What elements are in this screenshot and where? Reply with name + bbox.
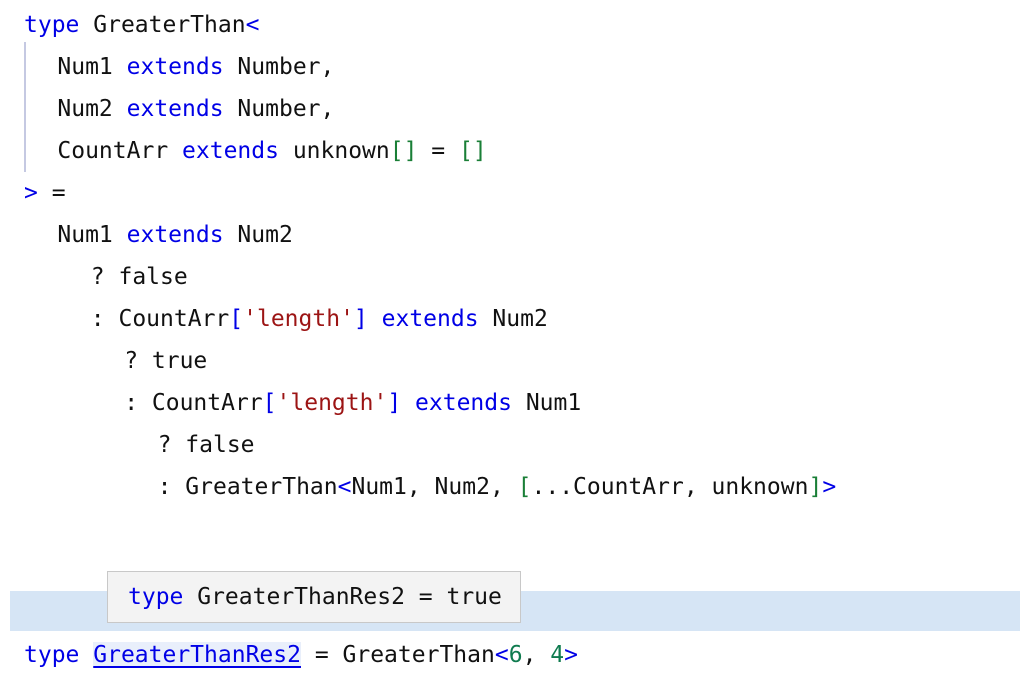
code-token: Num1 xyxy=(57,54,113,80)
code-token: type xyxy=(24,642,80,668)
code-token: > xyxy=(564,642,578,668)
code-token: ? true xyxy=(124,348,208,374)
code-token: 'length' xyxy=(276,390,388,416)
code-token: extends xyxy=(182,138,279,164)
type-declaration-link[interactable]: GreaterThanRes2 xyxy=(93,642,301,668)
code-token: ] xyxy=(353,306,368,332)
code-token: 4 xyxy=(550,642,565,668)
code-line-3[interactable]: Num2 extends Number, xyxy=(0,88,1020,130)
hover-type-tooltip: type GreaterThanRes2 = true xyxy=(107,571,521,623)
code-line-10[interactable]: : CountArr['length'] extends Num1 xyxy=(0,382,1020,424)
code-token: [ xyxy=(517,474,532,500)
code-line-12[interactable]: : GreaterThan<Num1, Num2, [...CountArr, … xyxy=(0,466,1020,508)
code-line-1[interactable]: type GreaterThan< xyxy=(0,4,1020,46)
code-token: Number, xyxy=(223,96,335,122)
code-token: ] xyxy=(808,474,823,500)
code-token: 6 xyxy=(508,642,523,668)
code-token: Num1 xyxy=(511,390,582,416)
code-token: CountArr xyxy=(57,138,169,164)
code-line-11[interactable]: ? false xyxy=(0,424,1020,466)
code-editor-screenshot: type GreaterThan< Num1 extends Number, Num… xyxy=(0,0,1020,676)
code-token: ...CountArr, unknown xyxy=(531,474,809,500)
code-token: extends xyxy=(415,390,512,416)
code-token: extends xyxy=(381,306,479,332)
code-token: : CountArr xyxy=(124,390,263,416)
code-token: = GreaterThan xyxy=(300,642,495,668)
code-token: Num1 xyxy=(57,222,113,248)
tooltip-token: GreaterThanRes2 = true xyxy=(183,584,502,610)
code-line-8[interactable]: : CountArr['length'] extends Num2 xyxy=(0,298,1020,340)
code-token: < xyxy=(245,12,260,38)
result-declaration-line[interactable]: type GreaterThanRes2 = GreaterThan<6, 4> xyxy=(0,634,1020,676)
code-token: Num2 xyxy=(478,306,548,332)
code-line-5[interactable]: > = xyxy=(0,172,1020,214)
code-token: extends xyxy=(126,96,224,122)
code-token: unknown xyxy=(278,138,390,164)
code-token: extends xyxy=(126,54,224,80)
code-token: Num2 xyxy=(223,222,293,248)
code-line-4[interactable]: CountArr extends unknown[] = [] xyxy=(0,130,1020,172)
code-token: Num1, Num2, xyxy=(351,474,518,500)
code-line-2[interactable]: Num1 extends Number, xyxy=(0,46,1020,88)
code-token: : GreaterThan xyxy=(157,474,338,500)
code-token: > xyxy=(822,474,837,500)
code-token: , xyxy=(522,642,551,668)
tooltip-token: type xyxy=(128,584,184,610)
code-token: type xyxy=(24,12,80,38)
code-token: GreaterThan xyxy=(93,12,246,38)
code-line-9[interactable]: ? true xyxy=(0,340,1020,382)
code-token: : CountArr xyxy=(90,306,230,332)
code-token: ] xyxy=(387,390,402,416)
code-token: [ xyxy=(262,390,277,416)
code-token: = xyxy=(37,180,66,206)
code-token: > xyxy=(24,180,38,206)
code-line-6[interactable]: Num1 extends Num2 xyxy=(0,214,1020,256)
code-token: = xyxy=(417,138,459,164)
code-token: [] xyxy=(459,138,487,164)
code-token: ? false xyxy=(157,432,255,458)
code-token: < xyxy=(494,642,509,668)
code-token: extends xyxy=(126,222,224,248)
code-token: 'length' xyxy=(243,306,354,332)
code-line-7[interactable]: ? false xyxy=(0,256,1020,298)
code-token: Num2 xyxy=(57,96,113,122)
code-token: [ xyxy=(229,306,244,332)
code-token: [] xyxy=(389,138,418,164)
code-token: < xyxy=(337,474,352,500)
code-token: Number, xyxy=(223,54,335,80)
code-token: ? false xyxy=(90,264,188,290)
